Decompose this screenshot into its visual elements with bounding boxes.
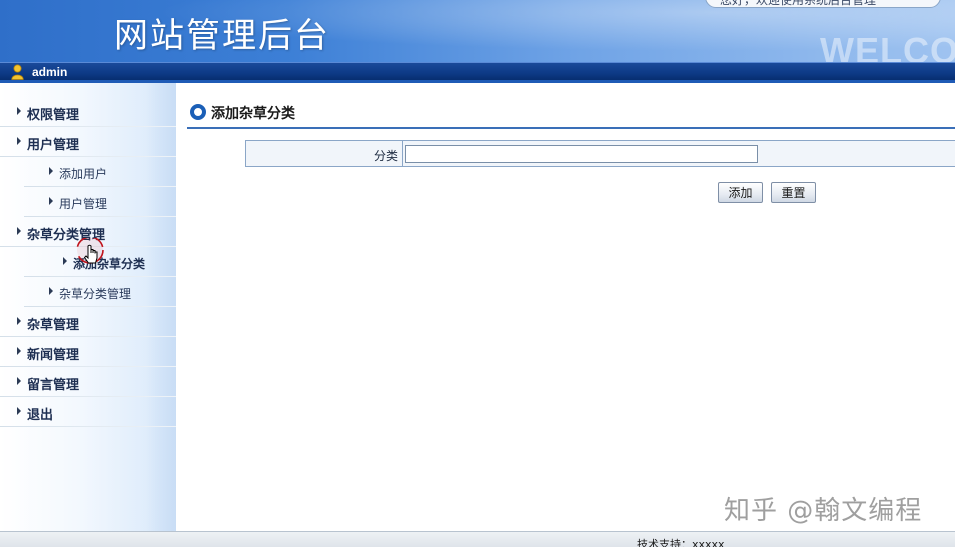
site-title: 网站管理后台: [114, 16, 330, 56]
support-text: 技术支持：xxxxx: [637, 538, 725, 547]
caret-right-icon: [49, 287, 53, 295]
sidebar-item-message-management[interactable]: 留言管理: [0, 367, 176, 397]
circle-bullet-icon: [190, 104, 206, 120]
caret-right-icon: [17, 317, 21, 325]
admin-page: 您好，欢迎使用系统后台管理 网站管理后台 WELCOME admin 权限管理 …: [0, 0, 955, 547]
category-input[interactable]: [405, 145, 758, 163]
sidebar-item-news-management[interactable]: 新闻管理: [0, 337, 176, 367]
caret-right-icon: [49, 197, 53, 205]
sidebar-item-add-user[interactable]: 添加用户: [0, 157, 176, 187]
notice-pill: 您好，欢迎使用系统后台管理: [705, 0, 941, 8]
caret-right-icon: [17, 137, 21, 145]
sidebar-item-user-management[interactable]: 用户管理: [0, 127, 176, 157]
sidebar-item-label: 用户管理: [27, 138, 80, 153]
add-button[interactable]: 添加: [718, 182, 763, 203]
caret-right-icon: [49, 167, 53, 175]
caret-right-icon: [17, 227, 21, 235]
caret-right-icon: [17, 347, 21, 355]
category-label: 分类: [373, 149, 398, 163]
reset-button[interactable]: 重置: [771, 182, 816, 203]
sidebar-item-permissions[interactable]: 权限管理: [0, 97, 176, 127]
sidebar-item-label: 权限管理: [27, 108, 80, 123]
caret-right-icon: [17, 377, 21, 385]
sidebar-item-label: 用户管理: [59, 197, 108, 211]
header-banner: 您好，欢迎使用系统后台管理 网站管理后台 WELCOME: [0, 0, 955, 62]
welcome-text: WELCOME: [820, 30, 955, 62]
category-label-cell: 分类: [246, 141, 403, 166]
sidebar-item-label: 留言管理: [27, 378, 80, 393]
page-title-text: 添加杂草分类: [211, 106, 295, 122]
user-bar: admin: [0, 62, 955, 80]
caret-right-icon: [17, 107, 21, 115]
caret-right-icon: [17, 407, 21, 415]
sidebar-item-label: 退出: [27, 408, 54, 423]
divider: [0, 426, 176, 427]
title-divider: [187, 127, 955, 129]
user-name: admin: [32, 65, 68, 79]
sidebar-item-label: 新闻管理: [27, 348, 80, 363]
sidebar-item-label: 杂草分类管理: [59, 287, 132, 301]
sidebar-item-label: 添加用户: [59, 167, 108, 181]
hand-pointer-cursor-icon: [76, 238, 104, 264]
caret-right-icon: [63, 257, 67, 265]
footer: 技术支持：xxxxx: [0, 531, 955, 547]
user-icon: [11, 64, 24, 80]
sidebar-item-user-list[interactable]: 用户管理: [0, 187, 176, 217]
sidebar-item-logout[interactable]: 退出: [0, 397, 176, 427]
sidebar-item-weed-management[interactable]: 杂草管理: [0, 307, 176, 337]
watermark: 知乎 @翰文编程: [724, 496, 923, 526]
sidebar-item-label: 杂草管理: [27, 318, 80, 333]
sidebar-item-weed-category-list[interactable]: 杂草分类管理: [0, 277, 176, 307]
